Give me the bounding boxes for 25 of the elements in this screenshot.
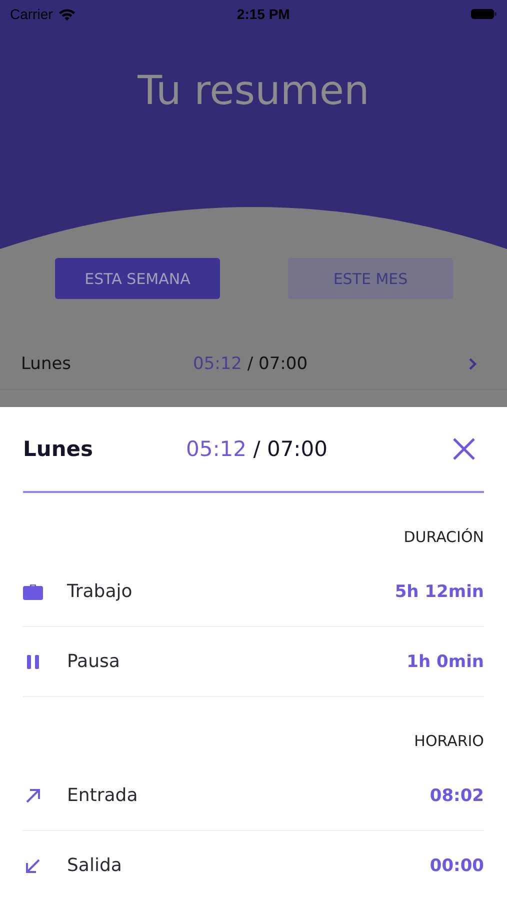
chevron-right-icon (468, 357, 477, 372)
sheet-day-hours: 05:12 / 07:00 (186, 437, 328, 461)
period-tab[interactable]: ESTE MES (288, 258, 453, 300)
row-value: 08:02 (430, 786, 484, 806)
close-icon[interactable] (452, 437, 476, 461)
row-value: 1h 0min (406, 652, 484, 672)
row-value: 00:00 (430, 856, 484, 876)
sheet-day-label: Lunes (23, 437, 94, 461)
carrier-label: Carrier (10, 6, 53, 22)
period-tab[interactable]: ESTA SEMANA (55, 258, 220, 300)
section-heading: DURACIÓN (404, 528, 484, 546)
row-label: Entrada (67, 785, 139, 806)
row-label: Salida (67, 855, 123, 876)
row-label: Pausa (67, 651, 121, 672)
day-label: Lunes (21, 354, 72, 374)
day-row[interactable]: Lunes 05:12 / 07:00 (0, 339, 507, 390)
wifi-icon (58, 8, 76, 20)
row-value: 5h 12min (394, 582, 484, 602)
day-hours: 05:12 / 07:00 (193, 354, 309, 374)
page-title: Tu resumen (136, 68, 370, 114)
status-time: 2:15 PM (236, 6, 291, 22)
battery-icon (471, 8, 497, 20)
row-label: Trabajo (67, 581, 134, 602)
briefcase-icon (23, 582, 43, 600)
section-heading: HORARIO (414, 732, 484, 750)
